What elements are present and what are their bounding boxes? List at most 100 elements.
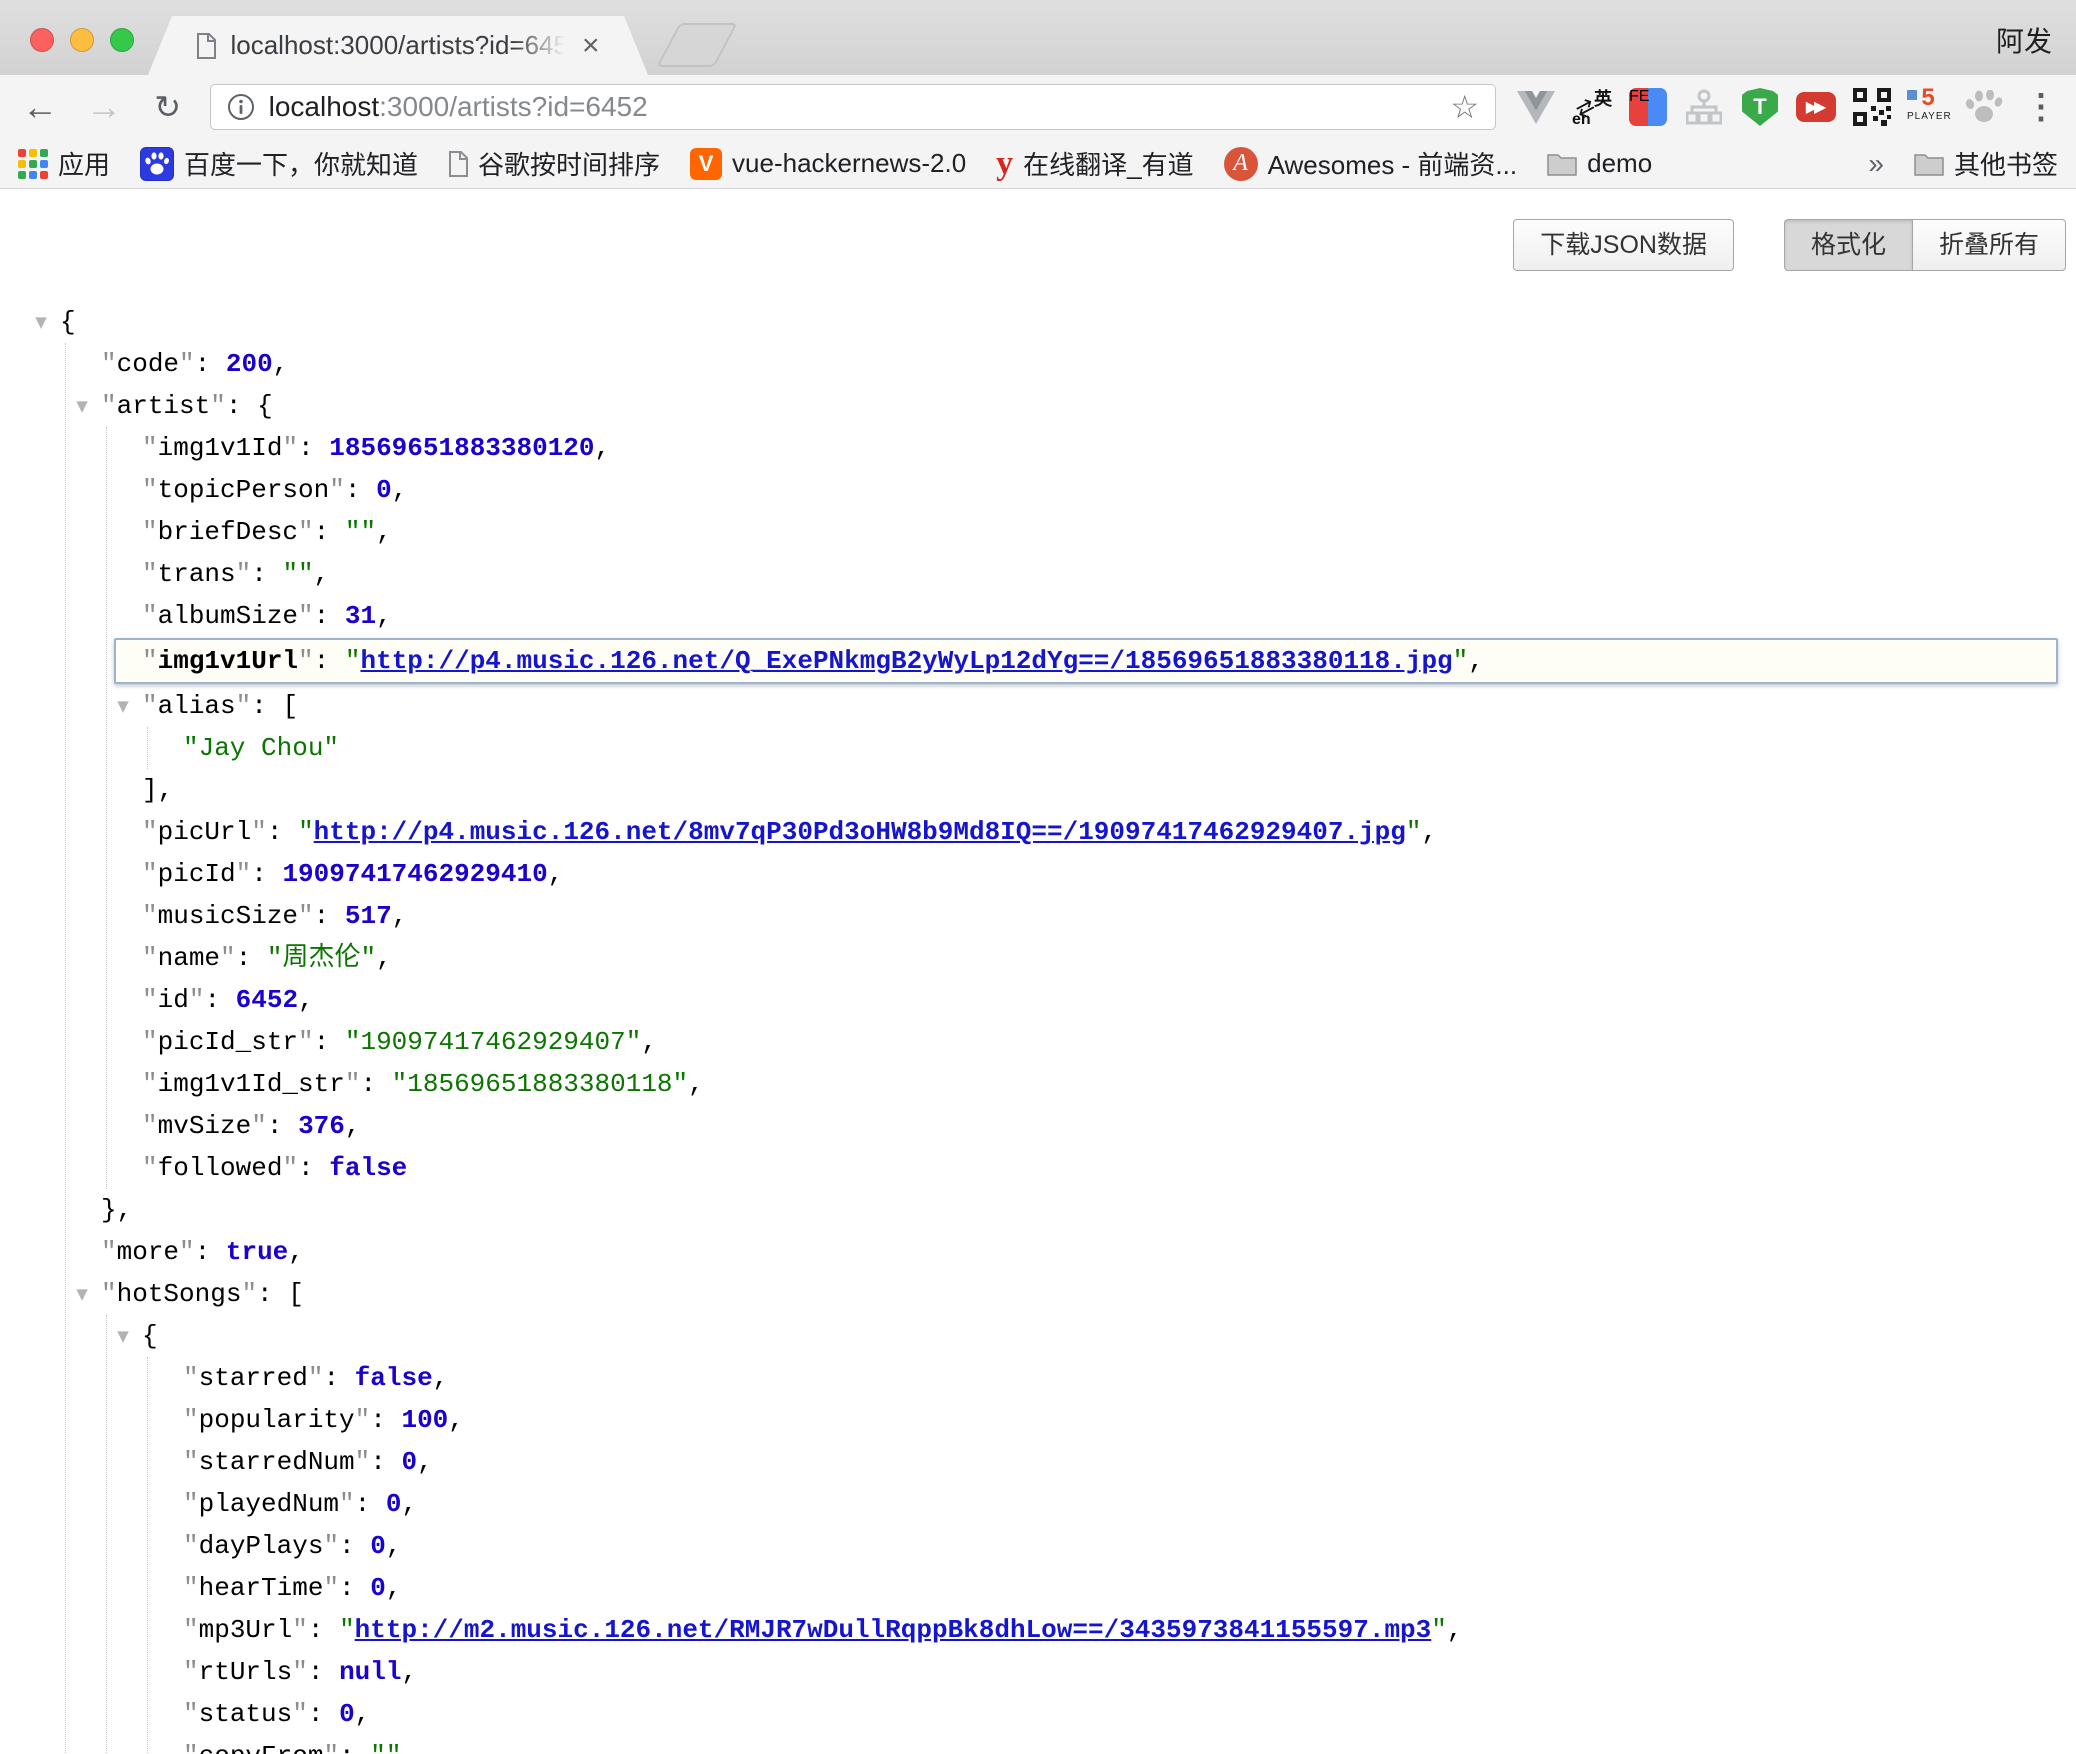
qrcode-extension-icon[interactable] xyxy=(1852,87,1892,127)
json-key: hotSongs xyxy=(117,1279,242,1309)
json-brace: { xyxy=(142,1321,158,1351)
json-key: playedNum xyxy=(199,1489,339,1519)
paw-extension-icon[interactable] xyxy=(1964,87,2004,127)
json-comma: , xyxy=(273,349,289,379)
json-key-quote: " xyxy=(292,1615,308,1645)
json-key: artist xyxy=(117,391,211,421)
json-comma: , xyxy=(386,1573,402,1603)
reload-button[interactable]: ↻ xyxy=(146,89,190,125)
json-colon: : xyxy=(257,1279,288,1309)
json-comma: , xyxy=(1421,817,1437,847)
collapse-triangle-icon[interactable]: ▼ xyxy=(69,1273,95,1315)
json-string-quote: " xyxy=(1431,1615,1447,1645)
bookmark-youdao[interactable]: y 在线翻译_有道 xyxy=(996,145,1193,183)
json-key-quote: " xyxy=(142,859,158,889)
json-line: "topicPerson": 0, xyxy=(142,469,2076,511)
page-info-icon[interactable] xyxy=(227,93,255,121)
json-value: 0 xyxy=(401,1447,417,1477)
json-value: null xyxy=(339,1657,401,1687)
browser-menu-button[interactable]: ⋮ xyxy=(2024,87,2058,127)
close-window-button[interactable] xyxy=(30,28,54,52)
json-line: "status": 0, xyxy=(183,1693,2076,1735)
bookmark-apps[interactable]: 应用 xyxy=(18,145,110,182)
download-json-button[interactable]: 下载JSON数据 xyxy=(1513,219,1734,271)
json-line: "trans": "", xyxy=(142,553,2076,595)
fe-extension-icon[interactable]: FE xyxy=(1628,87,1668,127)
json-key-quote: " xyxy=(183,1531,199,1561)
json-key: hearTime xyxy=(199,1573,324,1603)
json-colon: : xyxy=(308,1657,339,1687)
json-children: "code": 200,▼"artist": {"img1v1Id": 1856… xyxy=(65,343,2076,1754)
json-children: "starred": false,"popularity": 100,"star… xyxy=(147,1357,2076,1754)
json-key-quote: " xyxy=(142,901,158,931)
translate-extension-icon[interactable]: 英 en ⇄ xyxy=(1572,87,1612,127)
json-key-quote: " xyxy=(345,1069,361,1099)
collapse-triangle-icon[interactable]: ▼ xyxy=(28,301,54,343)
json-comma: , xyxy=(386,1531,402,1561)
json-line: "popularity": 100, xyxy=(183,1399,2076,1441)
collapse-triangle-icon[interactable]: ▼ xyxy=(69,385,95,427)
json-string-quote: " xyxy=(339,1615,355,1645)
fastforward-extension-icon[interactable]: ▶▶ xyxy=(1796,87,1836,127)
folder-icon xyxy=(1914,152,1944,176)
json-colon: : xyxy=(339,1741,370,1754)
json-key-quote: " xyxy=(251,817,267,847)
collapse-triangle-icon[interactable]: ▼ xyxy=(110,685,136,727)
json-comma: , xyxy=(401,1489,417,1519)
bookmark-baidu[interactable]: 百度一下，你就知道 xyxy=(140,145,418,182)
bookmark-awesomes[interactable]: A Awesomes - 前端资... xyxy=(1224,145,1517,182)
json-comma: , xyxy=(355,1699,371,1729)
bookmark-vue-hackernews[interactable]: V vue-hackernews-2.0 xyxy=(690,148,966,180)
browser-tab[interactable]: localhost:3000/artists?id=645 × xyxy=(148,16,648,75)
bookmark-google-sort[interactable]: 谷歌按时间排序 xyxy=(448,145,660,182)
json-key-quote: " xyxy=(189,985,205,1015)
json-key-quote: " xyxy=(142,646,158,676)
vue-devtools-extension-icon[interactable] xyxy=(1516,87,1556,127)
json-value: "" xyxy=(345,517,376,547)
json-url-link[interactable]: http://p4.music.126.net/Q_ExePNkmgB2yWyL… xyxy=(360,646,1452,676)
bookmark-star-icon[interactable]: ☆ xyxy=(1450,88,1479,126)
json-line: ▼"artist": { xyxy=(101,385,2076,427)
json-line: "hearTime": 0, xyxy=(183,1567,2076,1609)
json-colon: : xyxy=(355,1489,386,1519)
sitemap-extension-icon[interactable] xyxy=(1684,87,1724,127)
bookmark-folder-demo[interactable]: demo xyxy=(1547,148,1652,179)
json-key: followed xyxy=(158,1153,283,1183)
json-value: "周杰伦" xyxy=(267,943,376,973)
awesomes-favicon: A xyxy=(1224,147,1258,181)
zoom-window-button[interactable] xyxy=(110,28,134,52)
json-comma: , xyxy=(433,1363,449,1393)
collapse-all-button[interactable]: 折叠所有 xyxy=(1913,219,2066,271)
json-key: name xyxy=(158,943,220,973)
json-key: starredNum xyxy=(199,1447,355,1477)
tab-close-icon[interactable]: × xyxy=(582,31,600,61)
json-value: "" xyxy=(282,559,313,589)
json-comma: , xyxy=(548,859,564,889)
json-close: }, xyxy=(101,1195,132,1225)
json-key-quote: " xyxy=(101,1279,117,1309)
json-string-quote: " xyxy=(298,817,314,847)
json-url-link[interactable]: http://m2.music.126.net/RMJR7wDullRqppBk… xyxy=(355,1615,1432,1645)
json-key: trans xyxy=(158,559,236,589)
json-key-quote: " xyxy=(329,475,345,505)
json-key-quote: " xyxy=(183,1405,199,1435)
json-colon: : xyxy=(339,1531,370,1561)
json-colon: : xyxy=(298,1153,329,1183)
format-button[interactable]: 格式化 xyxy=(1784,219,1913,271)
address-bar[interactable]: localhost:3000/artists?id=6452 ☆ xyxy=(210,84,1496,130)
back-button[interactable]: ← xyxy=(18,89,62,125)
collapse-triangle-icon[interactable]: ▼ xyxy=(110,1315,136,1357)
json-colon: : xyxy=(370,1447,401,1477)
profile-name[interactable]: 阿发 xyxy=(1996,20,2052,60)
json-url-link[interactable]: http://p4.music.126.net/8mv7qP30Pd3oHW8b… xyxy=(314,817,1406,847)
json-colon: : xyxy=(314,601,345,631)
other-bookmarks[interactable]: 其他书签 xyxy=(1914,145,2058,182)
bookmarks-overflow-icon[interactable]: » xyxy=(1868,148,1884,180)
json-comma: , xyxy=(448,1405,464,1435)
html5-player-extension-icon[interactable]: 5 PLAYER xyxy=(1908,87,1948,127)
json-key-quote: " xyxy=(179,349,195,379)
minimize-window-button[interactable] xyxy=(70,28,94,52)
json-colon: : xyxy=(251,691,282,721)
tampermonkey-extension-icon[interactable]: T xyxy=(1740,87,1780,127)
new-tab-button[interactable] xyxy=(656,23,737,67)
